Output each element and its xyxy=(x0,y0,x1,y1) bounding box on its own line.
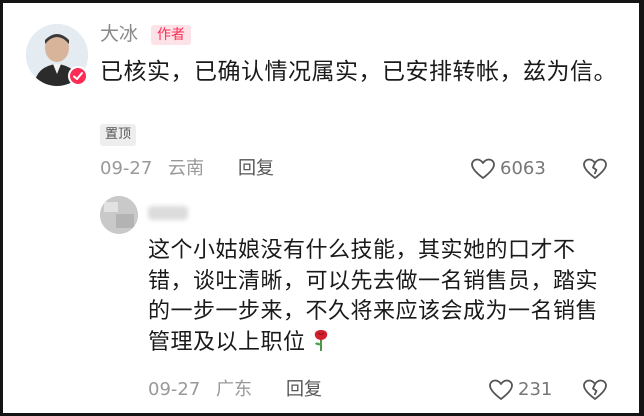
broken-heart-icon[interactable] xyxy=(582,157,608,181)
author-badge: 作者 xyxy=(151,25,191,45)
avatar-image xyxy=(100,196,138,234)
like-count: 6063 xyxy=(500,158,546,179)
verified-check-icon xyxy=(68,66,88,86)
rose-icon xyxy=(312,328,330,362)
reply-comment-text: 这个小姑娘没有什么技能，其实她的口才不错，谈吐清晰，可以先去做一名销售员，踏实的… xyxy=(148,236,618,361)
reply-location: 广东 xyxy=(216,379,252,400)
reply-button[interactable]: 回复 xyxy=(238,157,274,181)
reply-author-avatar[interactable] xyxy=(100,196,138,234)
heart-icon[interactable] xyxy=(488,378,514,402)
reply-date: 09-27 xyxy=(148,379,201,400)
reply-like-count: 231 xyxy=(518,379,553,400)
comment-date: 09-27 xyxy=(100,158,153,179)
author-name[interactable]: 大冰 xyxy=(100,22,138,46)
reply-text-content: 这个小姑娘没有什么技能，其实她的口才不错，谈吐清晰，可以先去做一名销售员，踏实的… xyxy=(148,238,599,355)
comment-text: 已核实，已确认情况属实，已安排转帐，兹为信。 xyxy=(100,59,617,85)
reply-author-name-redacted xyxy=(148,206,188,220)
reply-reply-button[interactable]: 回复 xyxy=(286,378,322,402)
comment-location: 云南 xyxy=(168,158,204,179)
heart-icon[interactable] xyxy=(470,157,496,181)
broken-heart-icon[interactable] xyxy=(582,378,608,402)
pinned-badge: 置顶 xyxy=(100,124,137,146)
